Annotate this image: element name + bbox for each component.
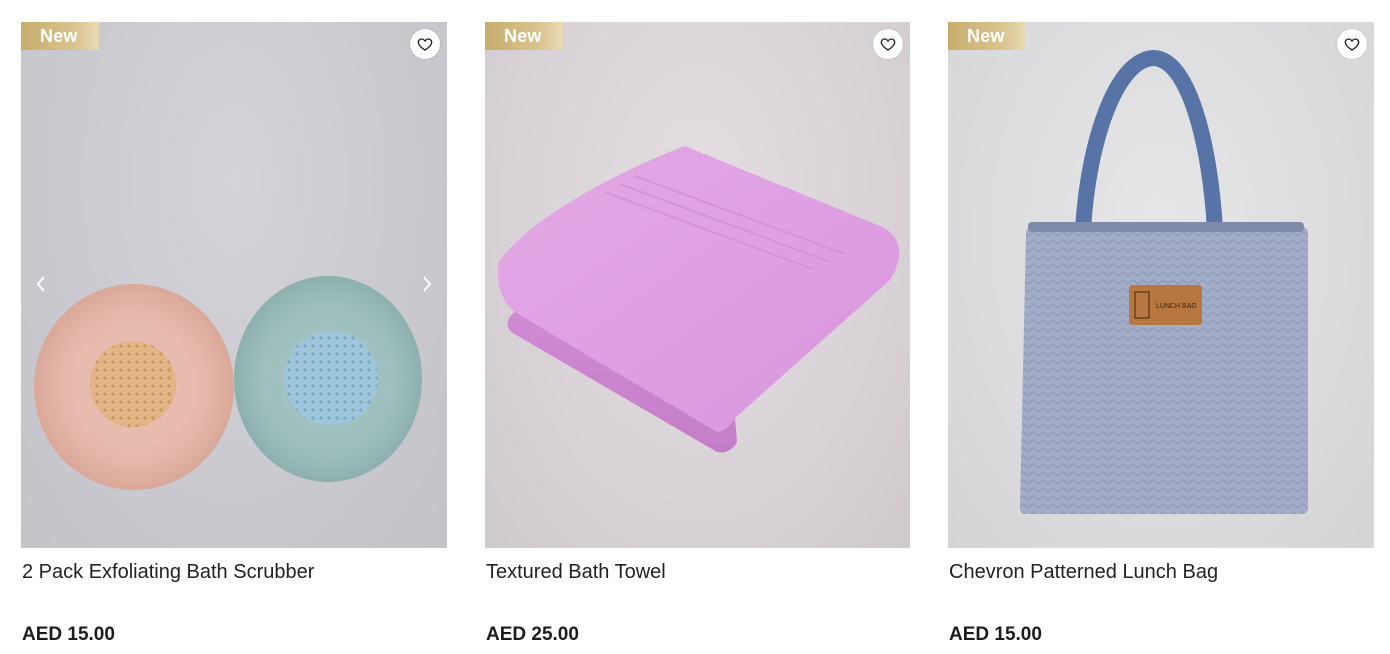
product-grid: New 2 Pack Exfoliating Bath Scrubber AED… (0, 0, 1390, 654)
product-image[interactable]: LUNCH BAG New (948, 22, 1374, 548)
product-name[interactable]: Chevron Patterned Lunch Bag (949, 561, 1218, 584)
product-price: AED 15.00 (949, 624, 1042, 645)
product-image[interactable]: New (485, 22, 910, 548)
bath-towel-image (497, 146, 900, 453)
product-name[interactable]: Textured Bath Towel (486, 561, 666, 584)
heart-outline-icon[interactable] (410, 29, 440, 59)
product-card[interactable]: LUNCH BAG New Chevron Patterned Lunch Ba… (948, 22, 1374, 645)
heart-outline-icon[interactable] (1337, 29, 1367, 59)
new-badge: New (948, 22, 1026, 50)
product-name[interactable]: 2 Pack Exfoliating Bath Scrubber (22, 561, 314, 584)
product-image[interactable]: New (21, 22, 447, 548)
product-card[interactable]: New 2 Pack Exfoliating Bath Scrubber AED… (21, 22, 447, 645)
new-badge: New (21, 22, 99, 50)
new-badge: New (485, 22, 563, 50)
product-card[interactable]: New Textured Bath Towel AED 25.00 (485, 22, 910, 645)
chevron-left-icon[interactable] (29, 272, 53, 296)
lunch-bag-image: LUNCH BAG (1020, 49, 1308, 514)
product-price: AED 15.00 (22, 624, 115, 645)
chevron-right-icon[interactable] (415, 272, 439, 296)
lunch-bag-label: LUNCH BAG (1156, 303, 1197, 310)
heart-outline-icon[interactable] (873, 29, 903, 59)
product-price: AED 25.00 (486, 624, 579, 645)
bath-scrubber-image (34, 276, 422, 490)
